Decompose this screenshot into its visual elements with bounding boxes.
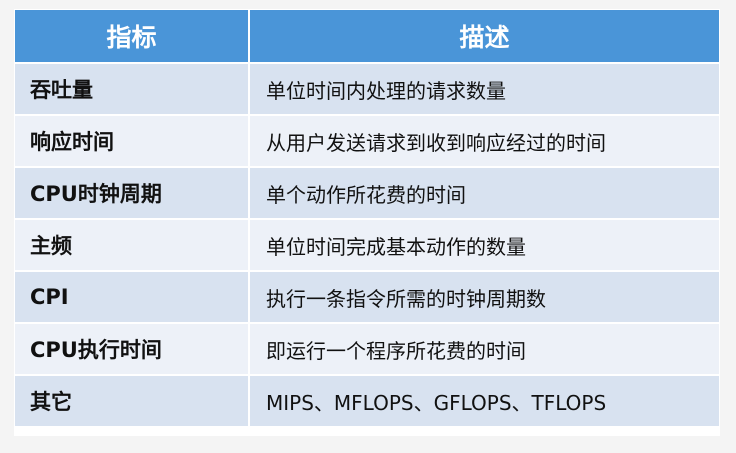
- metric-name: CPU执行时间: [15, 322, 248, 374]
- metric-description: 单位时间完成基本动作的数量: [248, 218, 719, 270]
- table-body: 吞吐量 单位时间内处理的请求数量 响应时间 从用户发送请求到收到响应经过的时间 …: [15, 62, 719, 426]
- metric-description: 单位时间内处理的请求数量: [248, 62, 719, 114]
- header-row: 指标 描述: [15, 10, 719, 62]
- table-row: 其它 MIPS、MFLOPS、GFLOPS、TFLOPS: [15, 374, 719, 426]
- metric-name: 其它: [15, 374, 248, 426]
- table-row: CPI 执行一条指令所需的时钟周期数: [15, 270, 719, 322]
- metric-description: 执行一条指令所需的时钟周期数: [248, 270, 719, 322]
- header-metric: 指标: [15, 10, 248, 62]
- metric-description: 即运行一个程序所花费的时间: [248, 322, 719, 374]
- metric-name: 响应时间: [15, 114, 248, 166]
- table-row: 吞吐量 单位时间内处理的请求数量: [15, 62, 719, 114]
- metric-description: MIPS、MFLOPS、GFLOPS、TFLOPS: [248, 374, 719, 426]
- table-header: 指标 描述: [15, 10, 719, 62]
- table-row: 响应时间 从用户发送请求到收到响应经过的时间: [15, 114, 719, 166]
- metric-description: 从用户发送请求到收到响应经过的时间: [248, 114, 719, 166]
- metric-name: 主频: [15, 218, 248, 270]
- metrics-table: 指标 描述 吞吐量 单位时间内处理的请求数量 响应时间 从用户发送请求到收到响应…: [15, 10, 719, 426]
- metric-name: 吞吐量: [15, 62, 248, 114]
- metric-name: CPI: [15, 270, 248, 322]
- table-row: 主频 单位时间完成基本动作的数量: [15, 218, 719, 270]
- table-row: CPU时钟周期 单个动作所花费的时间: [15, 166, 719, 218]
- header-description: 描述: [248, 10, 719, 62]
- metrics-slide: 指标 描述 吞吐量 单位时间内处理的请求数量 响应时间 从用户发送请求到收到响应…: [14, 9, 720, 436]
- metric-description: 单个动作所花费的时间: [248, 166, 719, 218]
- table-row: CPU执行时间 即运行一个程序所花费的时间: [15, 322, 719, 374]
- metric-name: CPU时钟周期: [15, 166, 248, 218]
